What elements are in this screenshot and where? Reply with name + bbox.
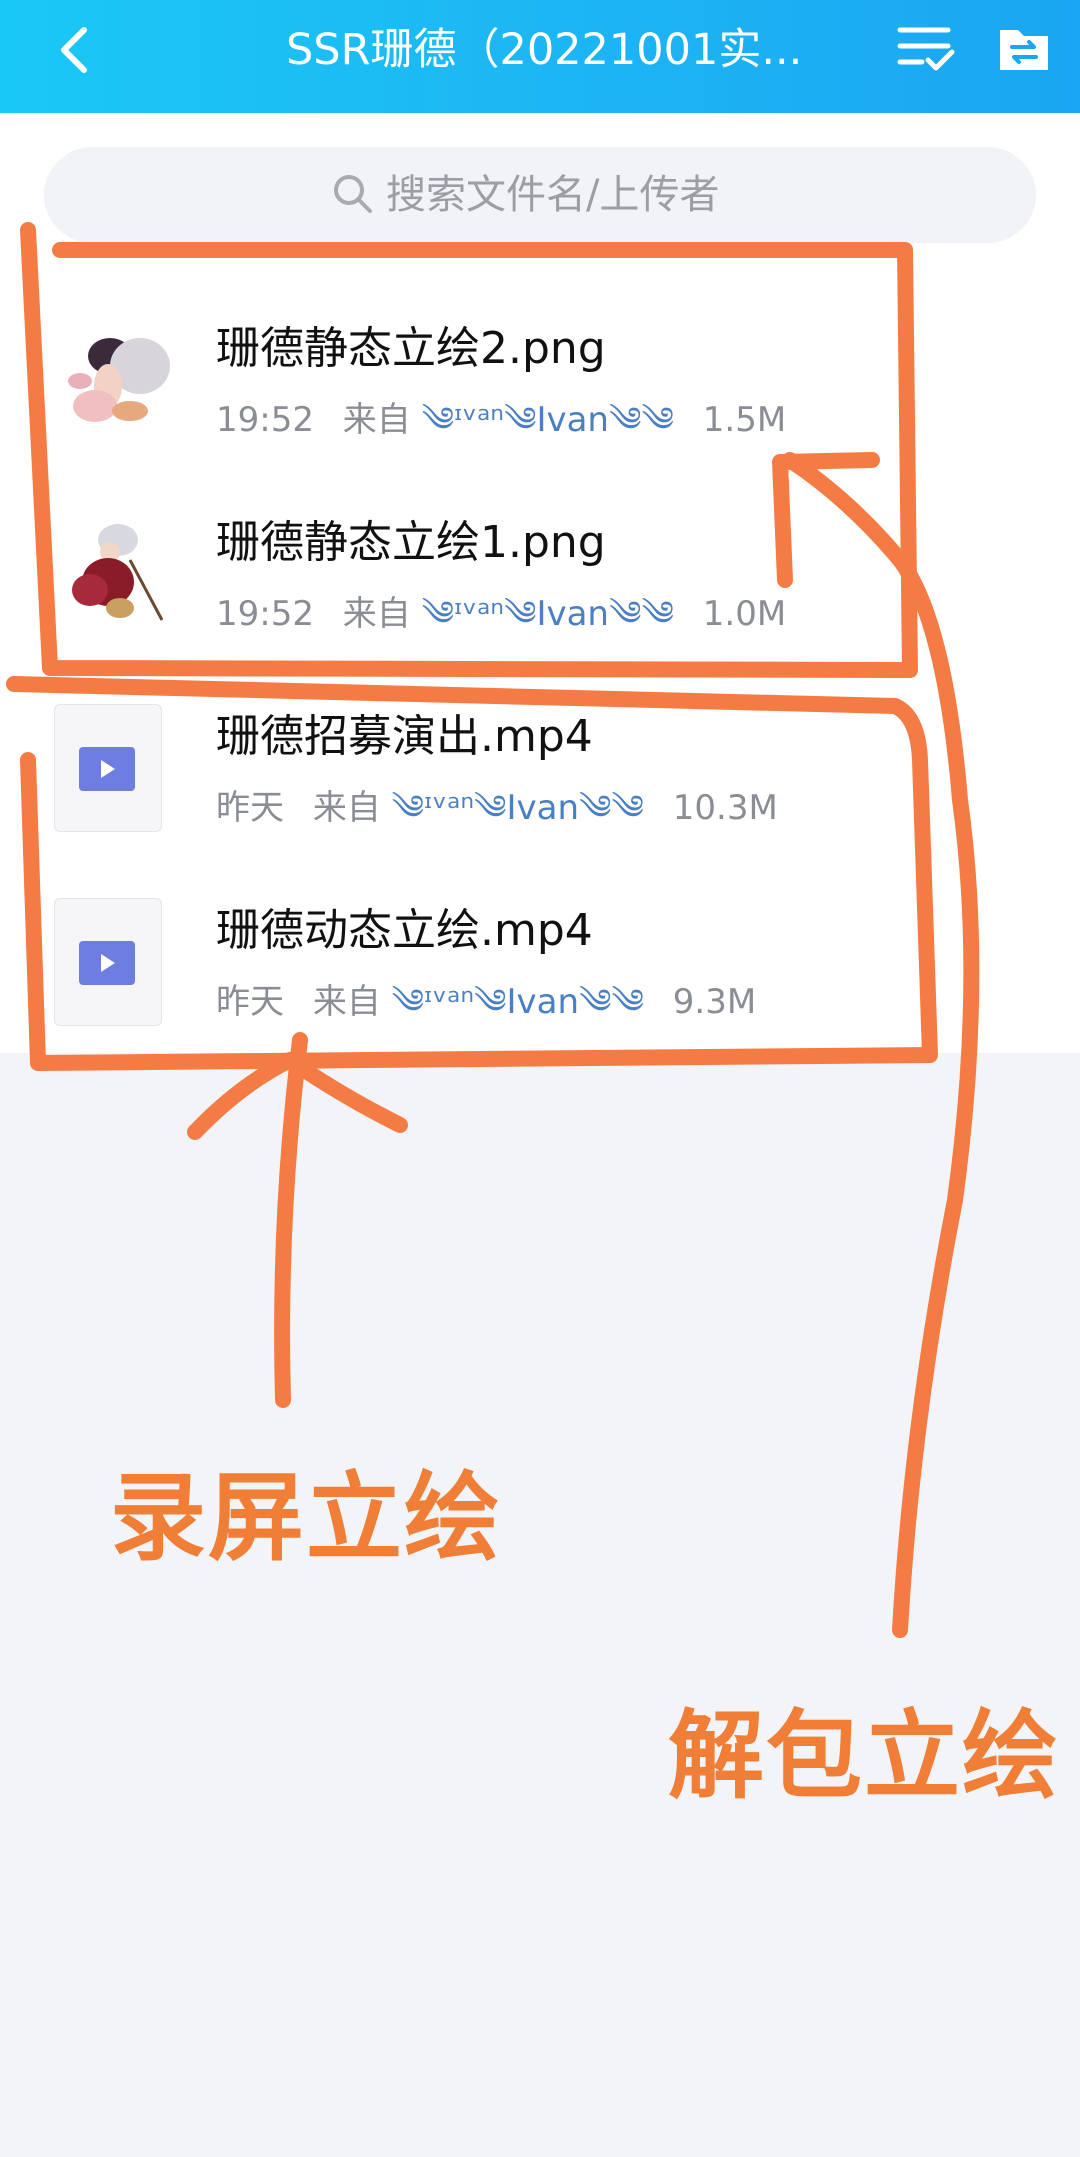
header-bar: SSR珊德（20221001实...	[0, 0, 1080, 113]
page-title: SSR珊德（20221001实...	[286, 25, 803, 75]
arrow-left-head	[187, 1052, 408, 1140]
file-meta: 19:52 来自 ༄ᶦᵛᵃⁿ༄Ivan༄༄ 1.5M	[216, 381, 786, 477]
uploader-name[interactable]: ༄ᶦᵛᵃⁿ༄Ivan༄༄	[392, 963, 644, 1059]
file-size: 1.5M	[702, 400, 787, 440]
from-label: 来自	[342, 400, 411, 440]
uploader-name[interactable]: ༄ᶦᵛᵃⁿ༄Ivan༄༄	[422, 575, 674, 671]
video-thumbnail	[54, 704, 162, 832]
play-icon	[79, 747, 135, 791]
upload-time: 19:52	[216, 594, 314, 634]
uploader-name[interactable]: ༄ᶦᵛᵃⁿ༄Ivan༄༄	[392, 769, 644, 865]
file-item[interactable]: 珊德静态立绘2.png 19:52 来自 ༄ᶦᵛᵃⁿ༄Ivan༄༄ 1.5M	[0, 276, 1080, 470]
search-icon	[334, 175, 372, 213]
folder-swap-icon	[1000, 30, 1048, 70]
page: SSR珊德（20221001实... 搜索文件名/上传者 珊德静态立绘2.png…	[0, 0, 1080, 2157]
file-item[interactable]: 珊德招募演出.mp4 昨天 来自 ༄ᶦᵛᵃⁿ༄Ivan༄༄ 10.3M	[0, 664, 1080, 858]
folder-transfer-button[interactable]	[996, 20, 1052, 76]
file-name: 珊德静态立绘2.png	[216, 323, 606, 374]
upload-time: 19:52	[216, 400, 314, 440]
file-size: 10.3M	[672, 788, 778, 828]
back-button[interactable]	[52, 18, 102, 82]
file-name: 珊德招募演出.mp4	[216, 711, 593, 762]
search-bar[interactable]	[44, 147, 1036, 243]
file-size: 1.0M	[702, 594, 787, 634]
file-name: 珊德静态立绘1.png	[216, 517, 606, 568]
uploader-name[interactable]: ༄ᶦᵛᵃⁿ༄Ivan༄༄	[422, 381, 674, 477]
annotation-screen-recording-label: 录屏立绘	[110, 1462, 502, 1574]
file-name: 珊德动态立绘.mp4	[216, 905, 593, 956]
file-item[interactable]: 珊德静态立绘1.png 19:52 来自 ༄ᶦᵛᵃⁿ༄Ivan༄༄ 1.0M	[0, 470, 1080, 664]
annotation-unpack-label: 解包立绘	[668, 1700, 1060, 1812]
upload-time: 昨天	[216, 982, 284, 1022]
upload-time: 昨天	[216, 788, 284, 828]
search-input[interactable]	[386, 147, 886, 243]
from-label: 来自	[312, 788, 381, 828]
arrow-left-shaft	[274, 1032, 308, 1408]
file-size: 9.3M	[672, 982, 757, 1022]
chevron-left-icon	[61, 27, 87, 73]
file-meta: 昨天 来自 ༄ᶦᵛᵃⁿ༄Ivan༄༄ 10.3M	[216, 769, 778, 865]
image-thumbnail	[50, 316, 176, 442]
image-thumbnail	[50, 510, 176, 636]
file-meta: 昨天 来自 ༄ᶦᵛᵃⁿ༄Ivan༄༄ 9.3M	[216, 963, 756, 1059]
file-item[interactable]: 珊德动态立绘.mp4 昨天 来自 ༄ᶦᵛᵃⁿ༄Ivan༄༄ 9.3M	[0, 858, 1080, 1052]
from-label: 来自	[312, 982, 381, 1022]
list-check-icon	[897, 27, 955, 71]
from-label: 来自	[342, 594, 411, 634]
file-meta: 19:52 来自 ༄ᶦᵛᵃⁿ༄Ivan༄༄ 1.0M	[216, 575, 786, 671]
multiselect-button[interactable]	[896, 20, 956, 76]
file-list-panel: 珊德静态立绘2.png 19:52 来自 ༄ᶦᵛᵃⁿ༄Ivan༄༄ 1.5M 珊…	[0, 113, 1080, 1053]
video-thumbnail	[54, 898, 162, 1026]
play-icon	[79, 941, 135, 985]
